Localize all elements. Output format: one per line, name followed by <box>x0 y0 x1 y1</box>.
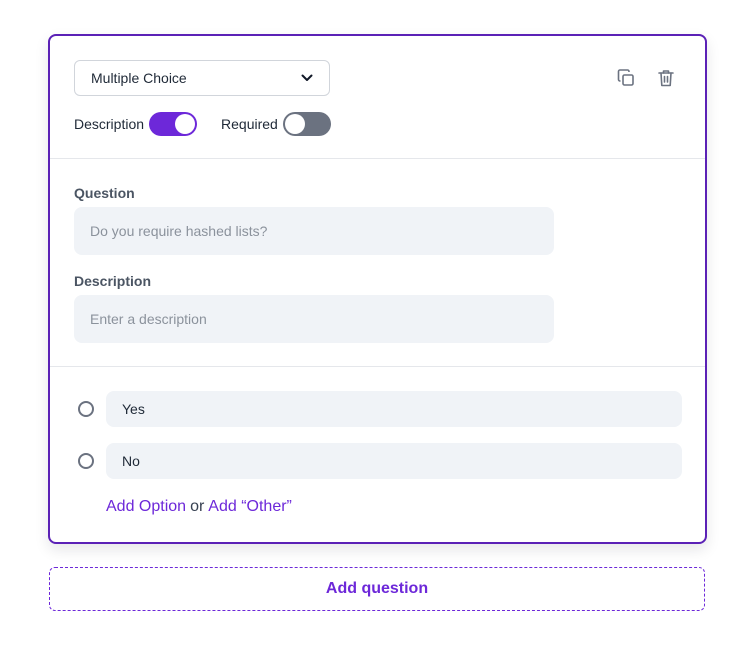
question-settings: Multiple Choice Description Required <box>50 36 705 159</box>
option-row: No <box>78 443 682 479</box>
toggle-knob <box>284 114 305 134</box>
option-input[interactable]: No <box>106 443 682 479</box>
required-toggle[interactable] <box>282 112 331 136</box>
description-toggle[interactable] <box>149 112 198 136</box>
or-separator: or <box>190 498 205 515</box>
add-other-link[interactable]: Add “Other” <box>208 498 292 515</box>
required-toggle-label: Required <box>221 116 278 132</box>
question-label: Question <box>74 185 135 201</box>
copy-icon[interactable] <box>614 66 638 90</box>
options-section: Yes No Add Option or Add “Other” <box>50 367 705 542</box>
chevron-down-icon <box>301 74 313 82</box>
option-input[interactable]: Yes <box>106 391 682 427</box>
radio-button[interactable] <box>78 453 94 469</box>
add-question-button[interactable]: Add question <box>49 567 705 611</box>
question-type-value: Multiple Choice <box>91 70 187 86</box>
question-type-select[interactable]: Multiple Choice <box>74 60 330 96</box>
option-row: Yes <box>78 391 682 427</box>
add-option-link[interactable]: Add Option <box>106 498 186 515</box>
description-label: Description <box>74 273 152 289</box>
description-input[interactable] <box>74 295 554 343</box>
description-toggle-label: Description <box>74 116 145 132</box>
question-input[interactable] <box>74 207 554 255</box>
radio-button[interactable] <box>78 401 94 417</box>
question-fields: Question Description <box>50 159 705 367</box>
toggle-knob <box>175 114 196 134</box>
toggle-row: Description Required <box>74 112 331 136</box>
trash-icon[interactable] <box>654 66 678 90</box>
question-card: Multiple Choice Description Required Que… <box>48 34 707 544</box>
add-option-links: Add Option or Add “Other” <box>106 498 292 516</box>
